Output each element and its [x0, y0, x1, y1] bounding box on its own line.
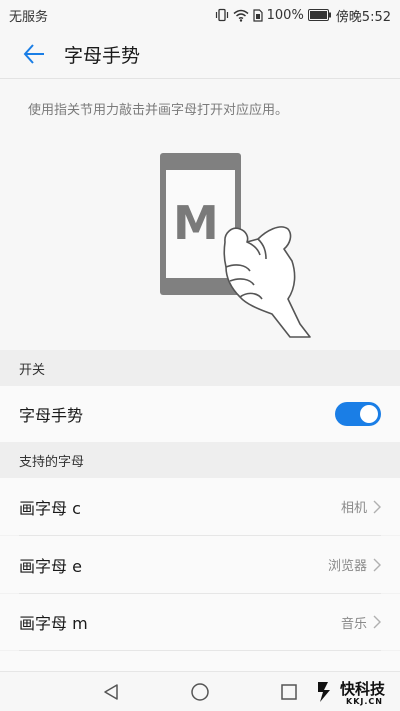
- section-header-letters: 支持的字母: [0, 442, 400, 478]
- intro-panel: 使用指关节用力敲击并画字母打开对应应用。 M: [0, 79, 400, 350]
- sim-icon: [253, 8, 263, 22]
- illustration-letter: M: [173, 196, 219, 250]
- list-item-partial: [0, 651, 400, 671]
- toggle-row-label: 字母手势: [19, 406, 84, 425]
- square-recent-icon: [281, 684, 297, 700]
- arrow-left-icon: [23, 44, 44, 64]
- letter-row-label: 画字母 m: [19, 614, 88, 633]
- letter-gesture-toggle-row[interactable]: 字母手势: [0, 386, 400, 442]
- letter-row-value-wrap: 相机: [341, 497, 381, 516]
- letter-row-value-wrap: 浏览器: [328, 555, 381, 574]
- letter-row-m[interactable]: 画字母 m 音乐: [0, 594, 400, 650]
- vibrate-icon: [215, 8, 229, 22]
- letter-gesture-toggle[interactable]: [335, 402, 381, 426]
- nav-back-button[interactable]: [99, 680, 123, 704]
- letter-row-label: 画字母 e: [19, 556, 82, 576]
- app-bar: 字母手势: [0, 30, 400, 78]
- section-header-switch: 开关: [0, 350, 400, 386]
- watermark-logo-icon: [318, 682, 330, 702]
- back-button[interactable]: [12, 32, 56, 76]
- wifi-icon: [233, 9, 249, 22]
- toggle-knob: [360, 405, 378, 423]
- letter-row-e[interactable]: 画字母 e 浏览器: [0, 536, 400, 593]
- gesture-illustration: M: [160, 153, 311, 338]
- chevron-right-icon: [373, 615, 381, 629]
- intro-description: 使用指关节用力敲击并画字母打开对应应用。: [28, 103, 289, 118]
- nav-home-button[interactable]: [188, 680, 212, 704]
- page-title: 字母手势: [64, 44, 141, 67]
- battery-percent: 100%: [266, 7, 304, 23]
- letter-row-c[interactable]: 画字母 c 相机: [0, 478, 400, 535]
- watermark-subtext: KKJ.CN: [346, 697, 383, 706]
- status-icons: 100% 傍晚5:52: [215, 6, 391, 25]
- letter-row-label: 画字母 c: [19, 498, 81, 518]
- letter-row-app: 音乐: [340, 616, 367, 632]
- watermark-text: 快科技: [340, 680, 386, 698]
- watermark: 快科技 KKJ.CN: [316, 678, 392, 708]
- chevron-right-icon: [373, 500, 381, 513]
- hand-illustration: [223, 226, 311, 338]
- clock: 傍晚5:52: [335, 9, 391, 25]
- status-bar: 无服务 100% 傍晚5:52: [0, 0, 400, 30]
- letter-row-app: 相机: [340, 501, 367, 516]
- nav-recent-button[interactable]: [277, 680, 301, 704]
- carrier-label: 无服务: [9, 9, 49, 25]
- chevron-right-icon: [373, 558, 381, 571]
- letter-row-value-wrap: 音乐: [341, 613, 381, 632]
- circle-home-icon: [191, 683, 209, 701]
- triangle-back-icon: [104, 684, 118, 700]
- letter-row-app: 浏览器: [327, 559, 367, 574]
- battery-icon: [307, 9, 332, 21]
